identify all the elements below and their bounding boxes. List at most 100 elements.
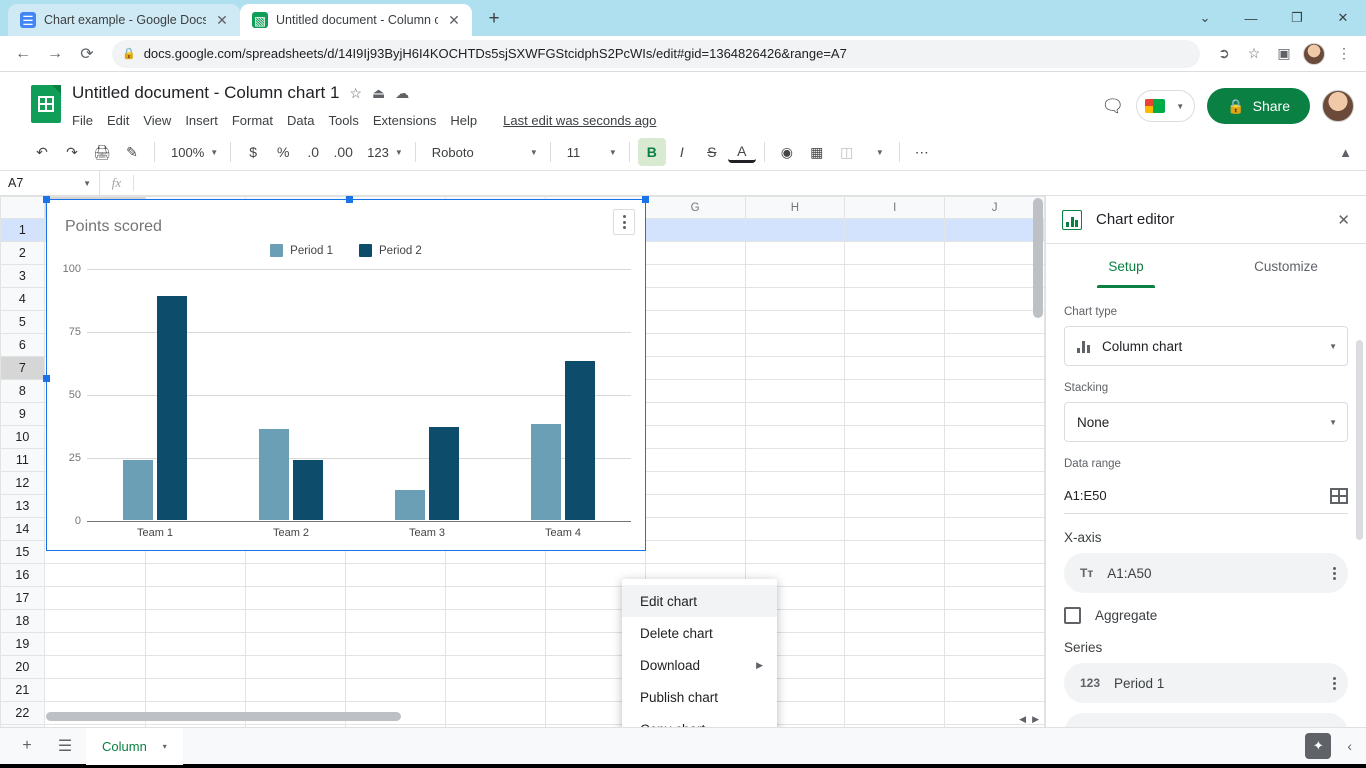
cell-C21[interactable] (245, 678, 347, 702)
name-box[interactable]: A7 ▼ (0, 171, 100, 195)
x-axis-chip[interactable]: Tᴛ A1:A50 (1064, 553, 1348, 593)
cell-I12[interactable] (844, 471, 946, 495)
close-icon[interactable]: ✕ (1337, 211, 1350, 229)
meet-button[interactable]: ▼ (1136, 90, 1196, 122)
context-menu-item-delete-chart[interactable]: Delete chart (622, 617, 777, 649)
context-menu-item-edit-chart[interactable]: Edit chart (622, 585, 777, 617)
bold-button[interactable]: B (637, 138, 666, 166)
cell-G3[interactable] (644, 264, 746, 288)
cell-H4[interactable] (744, 287, 846, 311)
menu-file[interactable]: File (72, 113, 93, 128)
cell-I21[interactable] (844, 678, 946, 702)
currency-format-button[interactable]: $ (239, 138, 267, 166)
cell-H1[interactable] (744, 218, 846, 242)
undo-icon[interactable]: ↶ (28, 138, 56, 166)
account-avatar[interactable] (1322, 90, 1354, 122)
cell-G9[interactable] (644, 402, 746, 426)
cloud-status-icon[interactable]: ☁ (395, 85, 409, 102)
cell-A21[interactable] (43, 678, 146, 702)
cell-I18[interactable] (844, 609, 946, 633)
cell-C23[interactable] (245, 724, 347, 727)
cell-H12[interactable] (744, 471, 846, 495)
chart-object[interactable]: Points scored Period 1 Period 2 0 25 50 75 10… (43, 196, 649, 551)
cell-B23[interactable] (144, 724, 247, 727)
menu-edit[interactable]: Edit (107, 113, 129, 128)
star-icon[interactable]: ☆ (349, 85, 362, 102)
decrease-decimal-button[interactable]: .0 (299, 138, 327, 166)
cell-C20[interactable] (245, 655, 347, 679)
borders-icon[interactable]: ▦ (803, 138, 831, 166)
cell-H9[interactable] (744, 402, 846, 426)
cell-A23[interactable] (43, 724, 146, 727)
cell-I9[interactable] (844, 402, 946, 426)
strikethrough-button[interactable]: S (698, 138, 726, 166)
menu-view[interactable]: View (143, 113, 171, 128)
context-menu-item-download[interactable]: Download ▶ (622, 649, 777, 681)
cell-J13[interactable] (944, 494, 1045, 518)
cell-I4[interactable] (844, 287, 946, 311)
context-menu-item-publish-chart[interactable]: Publish chart (622, 681, 777, 713)
series-0-options-icon[interactable] (1333, 676, 1336, 690)
all-sheets-button[interactable]: ☰ (48, 731, 82, 761)
chart-bar[interactable] (531, 424, 561, 520)
menu-data[interactable]: Data (287, 113, 314, 128)
menu-tools[interactable]: Tools (328, 113, 358, 128)
cell-H7[interactable] (744, 356, 846, 380)
chart-editor-scrollbar[interactable] (1356, 340, 1363, 540)
cell-I17[interactable] (844, 586, 946, 610)
percent-format-button[interactable]: % (269, 138, 297, 166)
select-all-corner[interactable] (0, 196, 45, 219)
row-header-10[interactable]: 10 (0, 425, 45, 449)
grid-scroll-arrows[interactable]: ◀ ▶ (1019, 714, 1039, 725)
cell-I11[interactable] (844, 448, 946, 472)
cell-J19[interactable] (944, 632, 1045, 656)
cell-J17[interactable] (944, 586, 1045, 610)
merge-cells-icon[interactable]: ◫ (833, 138, 861, 166)
series-chip-period-2[interactable]: 123 Period 2 (1064, 713, 1348, 727)
cell-I14[interactable] (844, 517, 946, 541)
cell-A18[interactable] (43, 609, 146, 633)
cell-I16[interactable] (844, 563, 946, 587)
cell-B17[interactable] (144, 586, 247, 610)
scroll-left-icon[interactable]: ◀ (1019, 714, 1026, 725)
column-header-j[interactable]: J (944, 196, 1045, 219)
chrome-menu-icon[interactable]: ⋮ (1330, 40, 1358, 68)
row-header-8[interactable]: 8 (0, 379, 45, 403)
series-1-options-icon[interactable] (1333, 726, 1336, 727)
more-options-icon[interactable]: ⋯ (908, 138, 936, 166)
new-tab-button[interactable]: + (480, 5, 508, 33)
cell-C16[interactable] (245, 563, 347, 587)
cell-A20[interactable] (43, 655, 146, 679)
cell-I23[interactable] (844, 724, 946, 727)
cell-H11[interactable] (744, 448, 846, 472)
italic-button[interactable]: I (668, 138, 696, 166)
cell-I15[interactable] (844, 540, 946, 564)
row-header-18[interactable]: 18 (0, 609, 45, 633)
column-header-h[interactable]: H (744, 196, 846, 219)
cell-C17[interactable] (245, 586, 347, 610)
cell-J8[interactable] (944, 379, 1045, 403)
cell-C19[interactable] (245, 632, 347, 656)
cell-I10[interactable] (844, 425, 946, 449)
cell-E23[interactable] (445, 724, 546, 727)
cell-H8[interactable] (744, 379, 846, 403)
chart-bar[interactable] (259, 429, 289, 520)
cell-G2[interactable] (644, 241, 746, 265)
cell-H3[interactable] (744, 264, 846, 288)
close-window-button[interactable]: ✕ (1320, 10, 1366, 26)
cell-H5[interactable] (744, 310, 846, 334)
sidepanel-icon[interactable]: ▣ (1270, 40, 1298, 68)
resize-handle-w[interactable] (43, 375, 50, 382)
scroll-right-icon[interactable]: ▶ (1032, 714, 1039, 725)
cell-J6[interactable] (944, 333, 1045, 357)
menu-extensions[interactable]: Extensions (373, 113, 437, 128)
horizontal-scrollbar[interactable] (46, 712, 636, 721)
row-header-23[interactable]: 23 (0, 724, 45, 727)
profile-avatar[interactable] (1303, 42, 1325, 65)
cell-A19[interactable] (43, 632, 146, 656)
row-header-21[interactable]: 21 (0, 678, 45, 702)
cell-J5[interactable] (944, 310, 1045, 334)
cell-G1[interactable] (644, 218, 746, 242)
add-sheet-button[interactable]: + (10, 731, 44, 761)
vertical-scrollbar[interactable] (1033, 198, 1043, 703)
